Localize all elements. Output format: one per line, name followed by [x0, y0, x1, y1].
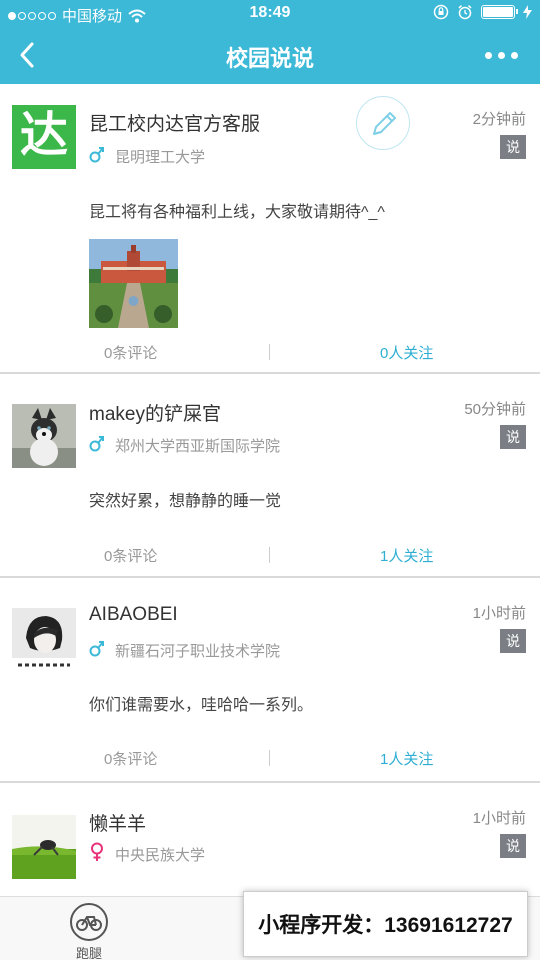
- orientation-lock-icon: [433, 4, 449, 20]
- bicycle-icon: [70, 903, 108, 941]
- post-content: 突然好累，想静静的睡一觉: [89, 493, 282, 510]
- post-actions: 0条评论 1人关注: [0, 545, 540, 567]
- post-content: 你们谁需要水，哇哈哈一系列。: [89, 697, 314, 714]
- post-feed: 达 昆工校内达官方客服 2分钟前 说 昆明理工大学 昆工将有各种福利上线，大家敬…: [0, 84, 540, 903]
- post-time: 2分钟前: [472, 111, 526, 128]
- promo-banner: 小程序开发：13691612727: [243, 891, 528, 957]
- male-icon: [89, 641, 104, 657]
- post-school: 昆明理工大学: [115, 149, 206, 166]
- comment-count[interactable]: 0条评论: [104, 342, 157, 363]
- male-icon: [89, 436, 104, 452]
- avatar[interactable]: [12, 815, 76, 879]
- post-card[interactable]: 达 昆工校内达官方客服 2分钟前 说 昆明理工大学 昆工将有各种福利上线，大家敬…: [0, 84, 540, 374]
- avatar[interactable]: 达: [12, 105, 76, 169]
- more-menu-icon[interactable]: [485, 52, 518, 59]
- compose-button[interactable]: [356, 96, 410, 150]
- battery-icon: [481, 5, 518, 19]
- charging-icon: [523, 5, 532, 19]
- post-author: AIBAOBEI: [89, 604, 178, 625]
- status-bar: 中国移动 18:49: [0, 0, 540, 28]
- post-photo[interactable]: [89, 239, 178, 328]
- tab-errand[interactable]: 跑腿: [66, 903, 112, 960]
- status-right: [433, 4, 532, 20]
- promo-banner-text: 小程序开发：13691612727: [258, 914, 513, 937]
- post-type-badge: 说: [500, 629, 526, 653]
- post-school: 新疆石河子职业技术学院: [115, 643, 281, 660]
- male-icon: [89, 147, 104, 163]
- dog-avatar-image: [12, 404, 76, 468]
- post-card[interactable]: 懒羊羊 1小时前 说 中央民族大学: [0, 783, 540, 903]
- pencil-icon: [373, 112, 396, 135]
- campus-building-image: [89, 239, 178, 328]
- female-icon: [91, 842, 103, 861]
- post-content: 昆工将有各种福利上线，大家敬请期待^_^: [89, 204, 385, 221]
- post-time: 50分钟前: [464, 401, 526, 418]
- action-divider: [269, 547, 270, 563]
- avatar[interactable]: [12, 608, 76, 672]
- post-school: 郑州大学西亚斯国际学院: [115, 438, 281, 455]
- post-time: 1小时前: [472, 810, 526, 827]
- post-actions: 0条评论 0人关注: [0, 342, 540, 364]
- nav-bar: 校园说说: [0, 28, 540, 84]
- comment-count[interactable]: 0条评论: [104, 748, 157, 769]
- post-type-badge: 说: [500, 834, 526, 858]
- tab-errand-label: 跑腿: [75, 946, 102, 960]
- post-school: 中央民族大学: [115, 847, 206, 864]
- post-author: 懒羊羊: [89, 814, 147, 835]
- action-divider: [269, 750, 270, 766]
- post-time: 1小时前: [472, 605, 526, 622]
- action-divider: [269, 344, 270, 360]
- post-card[interactable]: AIBAOBEI 1小时前 说 新疆石河子职业技术学院 你们谁需要水，哇哈哈一系…: [0, 578, 540, 783]
- post-type-badge: 说: [500, 135, 526, 159]
- alarm-icon: [458, 4, 472, 20]
- post-card[interactable]: makey的铲屎官 50分钟前 说 郑州大学西亚斯国际学院 突然好累，想静静的睡…: [0, 374, 540, 578]
- post-author: 昆工校内达官方客服: [89, 114, 261, 135]
- follow-count[interactable]: 0人关注: [380, 342, 433, 363]
- avatar-logo-text: 达: [19, 109, 68, 162]
- follow-count[interactable]: 1人关注: [380, 545, 433, 566]
- page-title: 校园说说: [225, 46, 314, 71]
- follow-count[interactable]: 1人关注: [380, 748, 433, 769]
- comment-count[interactable]: 0条评论: [104, 545, 157, 566]
- avatar[interactable]: [12, 404, 76, 468]
- post-actions: 0条评论 1人关注: [0, 748, 540, 770]
- grass-avatar-image: [12, 815, 76, 879]
- post-type-badge: 说: [500, 425, 526, 449]
- portrait-avatar-image: [12, 608, 76, 672]
- post-author: makey的铲屎官: [89, 404, 221, 425]
